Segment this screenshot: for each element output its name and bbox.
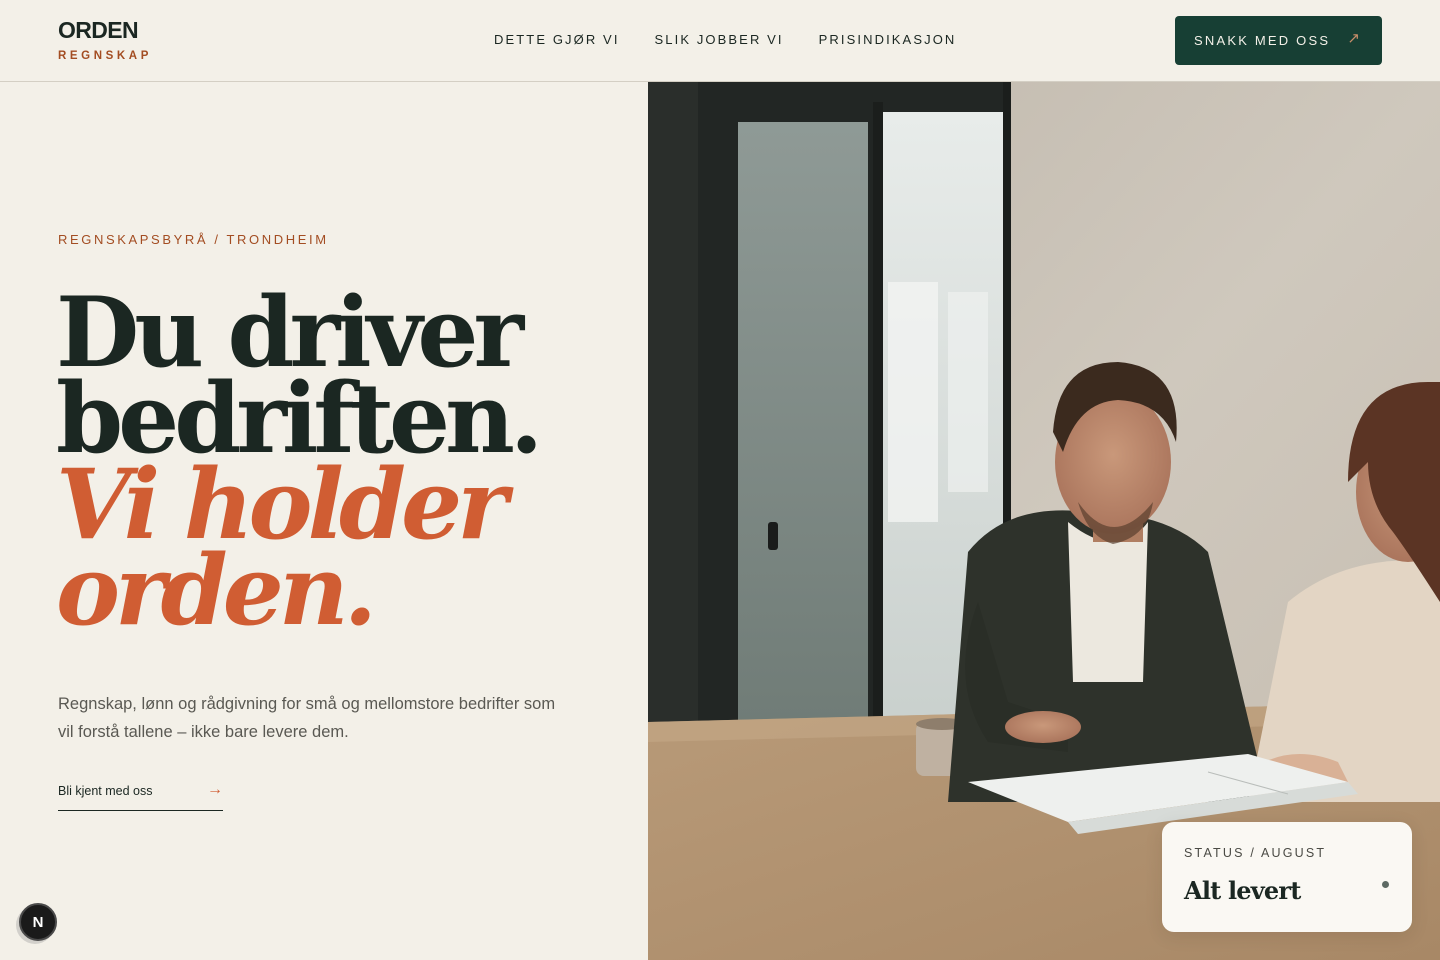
about-us-link[interactable]: Bli kjent med oss → — [58, 780, 223, 811]
badge-letter: N — [32, 913, 44, 931]
status-label: STATUS / AUGUST — [1184, 846, 1327, 860]
status-indicator-dot — [1382, 881, 1389, 888]
about-us-link-label: Bli kjent med oss — [58, 784, 153, 798]
hero-eyebrow: REGNSKAPSBYRÅ / TRONDHEIM — [58, 232, 329, 247]
brand-tagline: REGNSKAP — [58, 50, 152, 62]
site-header: ORDEN REGNSKAP DETTE GJØR VI SLIK JOBBER… — [0, 0, 1440, 82]
brand-name: ORDEN — [58, 17, 139, 43]
floating-n-badge[interactable]: N — [19, 903, 57, 941]
contact-cta-button[interactable]: SNAKK MED OSS ↗ — [1175, 16, 1382, 65]
headline-line-4: orden. — [56, 534, 377, 647]
hero-lede: Regnskap, lønn og rådgivning for små og … — [58, 695, 556, 741]
nav-link-slik-jobber-vi[interactable]: SLIK JOBBER VI — [655, 32, 784, 48]
arrow-up-right-icon: ↗ — [1347, 30, 1360, 47]
brand-logo[interactable]: ORDEN REGNSKAP — [58, 17, 152, 63]
status-card: STATUS / AUGUST Alt levert — [1162, 822, 1412, 932]
cta-label: SNAKK MED OSS — [1194, 32, 1331, 48]
status-value: Alt levert — [1184, 876, 1301, 905]
main-nav: DETTE GJØR VI SLIK JOBBER VI PRISINDIKAS… — [494, 32, 956, 48]
nav-link-prisindikasjon[interactable]: PRISINDIKASJON — [819, 32, 957, 48]
nav-link-dette-gjor-vi[interactable]: DETTE GJØR VI — [494, 32, 620, 48]
hero-headline: Du driver bedriften. Vi holder orden. — [56, 285, 636, 647]
arrow-right-icon: → — [207, 781, 223, 798]
